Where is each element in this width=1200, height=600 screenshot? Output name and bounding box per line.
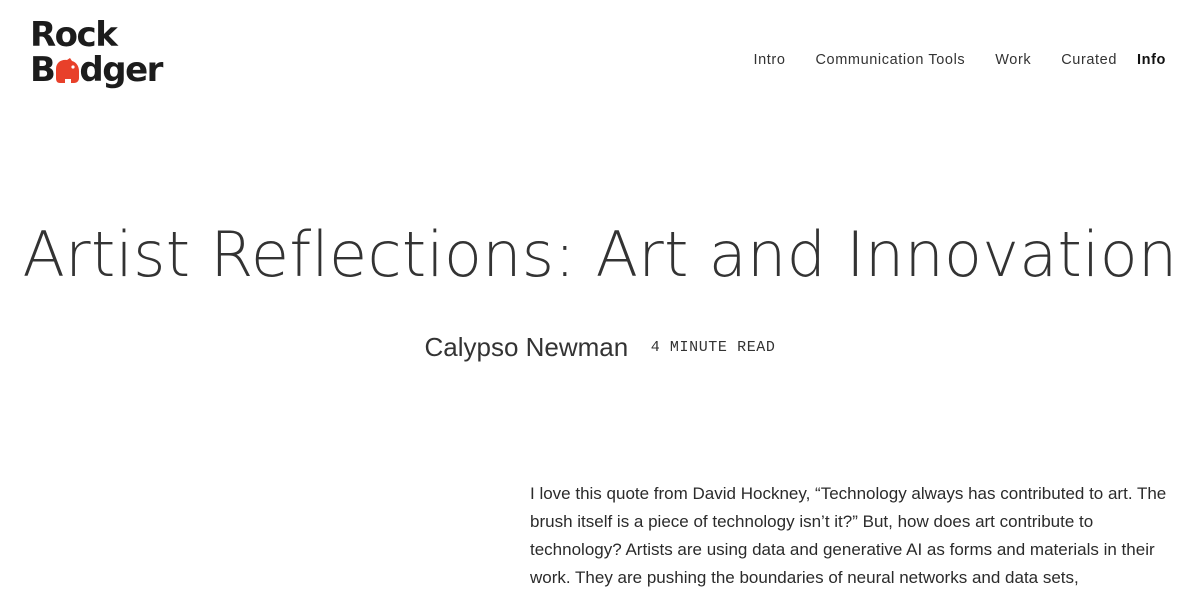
read-time: 4 MINUTE READ <box>650 339 776 356</box>
site-logo[interactable]: Rock Bdger <box>30 18 190 92</box>
nav-item-intro[interactable]: Intro <box>753 50 785 70</box>
nav-item-communication-tools[interactable]: Communication Tools <box>815 50 965 70</box>
logo-letters-dger: dger <box>79 50 163 90</box>
page: Rock Bdger Intro Communication Tools Wor… <box>0 0 1200 600</box>
badger-icon <box>54 56 80 84</box>
author-name[interactable]: Calypso Newman <box>424 332 628 362</box>
article-paragraph: I love this quote from David Hockney, “T… <box>530 484 1167 587</box>
nav-item-work[interactable]: Work <box>995 50 1031 70</box>
nav-item-info[interactable]: Info <box>1137 50 1166 70</box>
nav-item-curated[interactable]: Curated <box>1061 50 1117 70</box>
byline: Calypso Newman 4 MINUTE READ <box>0 332 1200 363</box>
logo-line-2: Bdger <box>30 53 190 88</box>
article-title: Artist Reflections: Art and Innovation <box>22 218 1178 291</box>
logo-letter-b: B <box>30 50 56 90</box>
logo-line-1: Rock <box>30 15 118 55</box>
main-nav: Intro Communication Tools Work Curated I… <box>723 50 1166 70</box>
